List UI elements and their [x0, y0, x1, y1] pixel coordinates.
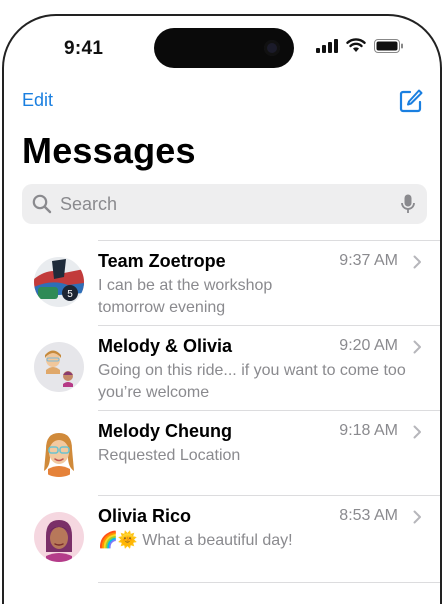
navigation-bar: Edit: [4, 88, 440, 118]
conversation-preview: Going on this ride... if you want to com…: [98, 362, 406, 401]
conversation-name: Melody Cheung: [98, 421, 232, 441]
conversation-preview: Requested Location: [98, 447, 241, 464]
search-icon: [32, 194, 52, 214]
conversation-preview: I can be at the workshop tomorrow evenin…: [98, 277, 273, 316]
conversation-row-olivia-rico[interactable]: Olivia Rico 8:53 AM 🌈🌞 What a beautiful …: [4, 495, 440, 580]
conversation-time: 9:37 AM: [339, 252, 398, 269]
status-bar: 9:41: [4, 16, 440, 72]
phone-frame: 9:41 Edit Messages Search 5 Team Zoetrop…: [2, 14, 442, 604]
front-camera-icon: [264, 40, 280, 56]
edit-button[interactable]: Edit: [22, 90, 53, 111]
wifi-icon: [346, 38, 366, 52]
microphone-icon[interactable]: [401, 194, 415, 214]
conversation-name: Olivia Rico: [98, 506, 192, 526]
row-divider: [98, 582, 440, 583]
chevron-right-icon: [413, 510, 421, 524]
row-divider: [98, 325, 440, 326]
cellular-signal-icon: [316, 38, 338, 53]
conversation-preview: 🌈🌞 What a beautiful day!: [98, 532, 293, 549]
conversation-time: 9:20 AM: [339, 337, 398, 354]
conversation-row-melody-cheung[interactable]: Melody Cheung 9:18 AM Requested Location: [4, 410, 440, 495]
status-icons: [316, 38, 404, 53]
svg-text:5: 5: [67, 289, 73, 300]
battery-icon: [374, 38, 403, 53]
row-divider: [98, 495, 440, 496]
row-divider: [98, 410, 440, 411]
page-title: Messages: [22, 130, 196, 171]
conversation-name: Team Zoetrope: [98, 251, 226, 271]
row-divider: [98, 240, 440, 241]
conversation-list: 5 Team Zoetrope 9:37 AM I can be at the …: [4, 240, 440, 580]
memoji-avatar-melody-cheung: [34, 427, 84, 477]
chevron-right-icon: [413, 255, 421, 269]
conversation-name: Melody & Olivia: [98, 336, 233, 356]
conversation-row-melody-olivia[interactable]: Melody & Olivia 9:20 AM Going on this ri…: [4, 325, 440, 410]
chevron-right-icon: [413, 340, 421, 354]
compose-icon[interactable]: [398, 88, 424, 114]
chevron-right-icon: [413, 425, 421, 439]
group-avatar-team-zoetrope: 5: [34, 257, 84, 307]
status-time: 9:41: [64, 38, 104, 59]
conversation-time: 8:53 AM: [339, 507, 398, 524]
dynamic-island: [154, 28, 294, 68]
search-bar[interactable]: [22, 184, 427, 224]
memoji-avatar-olivia-rico: [34, 512, 84, 562]
conversation-time: 9:18 AM: [339, 422, 398, 439]
group-avatar-melody-olivia: [34, 342, 84, 392]
conversation-row-team-zoetrope[interactable]: 5 Team Zoetrope 9:37 AM I can be at the …: [4, 240, 440, 325]
search-input[interactable]: [58, 192, 382, 216]
